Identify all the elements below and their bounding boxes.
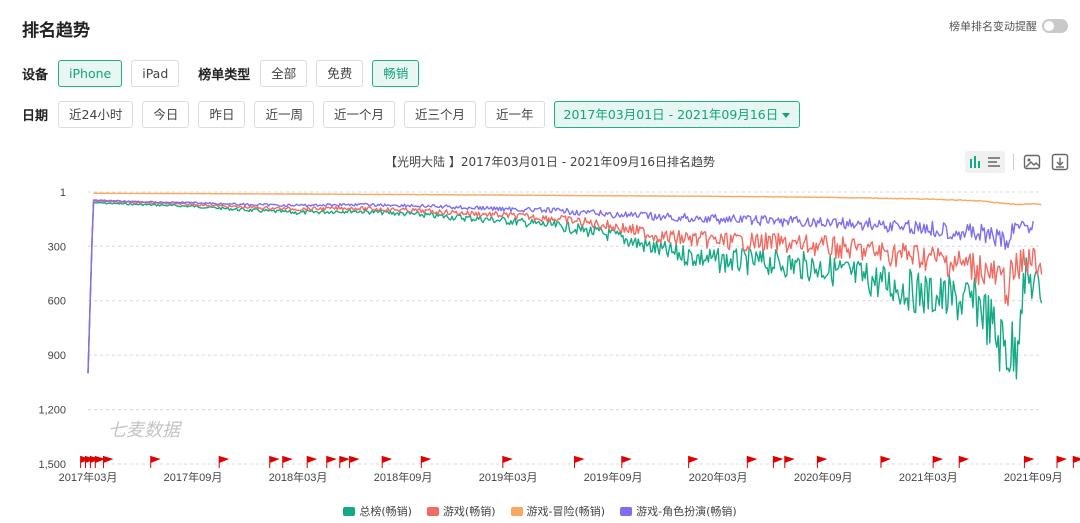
x-tick-label: 2020年09月 [794, 470, 853, 484]
event-flag-icon [326, 456, 337, 468]
y-axis-ticks: 1 300 600 900 1,200 1,500 [38, 187, 66, 471]
event-flag-icon [574, 456, 585, 468]
event-flag-icon [688, 456, 699, 468]
event-flag-icon [772, 456, 784, 468]
bar-view-icon[interactable] [969, 153, 983, 172]
date-today-button[interactable]: 今日 [142, 101, 190, 128]
event-flag-icon [816, 456, 828, 468]
x-tick-label: 2018年09月 [374, 470, 433, 484]
event-flag-icon [420, 456, 432, 468]
device-iphone-button[interactable]: iPhone [58, 60, 123, 87]
event-flag-icon [282, 456, 293, 468]
date-range-picker[interactable]: 2017年03月01日 - 2021年09月16日 [553, 101, 801, 128]
toolbar-divider [1013, 154, 1014, 170]
download-icon[interactable] [1050, 152, 1070, 172]
event-flag-icon [880, 456, 891, 468]
x-tick-label: 2019年03月 [479, 470, 538, 484]
date-yesterday-button[interactable]: 昨日 [198, 101, 246, 128]
chart-grid [88, 191, 1042, 465]
event-flag-icon [306, 456, 318, 468]
legend-item-games[interactable]: 游戏(畅销) [426, 503, 496, 519]
rank-alert-toggle[interactable] [1042, 19, 1068, 33]
chart-type-free-button[interactable]: 免费 [316, 60, 364, 87]
chart-type-grossing-button[interactable]: 畅销 [372, 60, 420, 87]
x-tick-label: 2017年03月 [59, 470, 118, 484]
event-flag-icon [784, 456, 795, 468]
legend-label: 游戏-冒险(畅销) [526, 505, 606, 518]
x-tick-label: 2017年09月 [164, 470, 223, 484]
x-tick-label: 2020年03月 [689, 470, 748, 484]
y-tick-label: 1,200 [38, 405, 66, 417]
y-tick-label: 1 [60, 187, 66, 199]
date-last-year-button[interactable]: 近一年 [485, 101, 545, 128]
event-flag-icon [381, 456, 393, 468]
x-tick-label: 2021年09月 [1004, 470, 1063, 484]
event-flag-icon [1023, 456, 1035, 468]
y-tick-label: 300 [48, 241, 66, 253]
date-label: 日期 [22, 109, 49, 124]
legend-item-rpg[interactable]: 游戏-角色扮演(畅销) [620, 503, 737, 519]
chart-legend: 总榜(畅销) 游戏(畅销) 游戏-冒险(畅销) 游戏-角色扮演(畅销) [0, 503, 1080, 519]
chart-type-label: 榜单类型 [198, 68, 251, 83]
filter-row-device: 设备 iPhone iPad 榜单类型 全部 免费 畅销 [22, 60, 428, 87]
date-last-3-months-button[interactable]: 近三个月 [403, 101, 476, 128]
event-flag-icon [502, 456, 513, 468]
y-tick-label: 900 [48, 350, 66, 362]
legend-label: 游戏-角色扮演(畅销) [636, 505, 737, 518]
event-flag-icon [339, 456, 350, 468]
event-flag-icon [1072, 456, 1080, 468]
event-markers [80, 456, 1080, 468]
rank-alert-toggle-group: 榜单排名变动提醒 [949, 18, 1068, 34]
device-label: 设备 [22, 68, 49, 83]
chart-type-all-button[interactable]: 全部 [260, 60, 308, 87]
ranking-trend-chart: 13006009001,2001,500 2017年03月 2017年09月 201… [38, 187, 1080, 484]
legend-swatch [620, 506, 633, 516]
page-title: 排名趋势 [22, 21, 90, 41]
legend-label: 游戏(畅销) [442, 505, 496, 518]
date-last-week-button[interactable]: 近一周 [254, 101, 314, 128]
legend-item-overall[interactable]: 总榜(畅销) [343, 503, 412, 519]
event-flag-icon [269, 456, 280, 468]
filter-row-date: 日期 近24小时 今日 昨日 近一周 近一个月 近三个月 近一年 2017年03… [22, 101, 809, 128]
x-tick-label: 2018年03月 [269, 470, 328, 484]
chevron-down-icon [782, 113, 791, 118]
device-ipad-button[interactable]: iPad [131, 60, 180, 87]
legend-swatch [426, 506, 439, 516]
chart-title: 【光明大陆 】2017年03月01日 - 2021年09月16日排名趋势 [385, 155, 715, 169]
date-last-24h-button[interactable]: 近24小时 [58, 101, 134, 128]
event-flag-icon [1056, 456, 1067, 468]
chart-series [87, 192, 1043, 380]
event-flag-icon [218, 456, 230, 468]
y-tick-label: 1,500 [38, 459, 66, 471]
event-flag-icon [621, 456, 632, 468]
series-line [87, 201, 1043, 380]
legend-swatch [510, 506, 523, 516]
date-last-month-button[interactable]: 近一个月 [322, 101, 395, 128]
event-flag-icon [150, 456, 161, 468]
legend-item-adventure[interactable]: 游戏-冒险(畅销) [510, 503, 606, 519]
rank-alert-label: 榜单排名变动提醒 [949, 20, 1037, 33]
event-flag-icon [746, 456, 758, 468]
legend-swatch [343, 506, 356, 516]
event-flag-icon [932, 456, 944, 468]
legend-label: 总榜(畅销) [359, 505, 412, 518]
date-range-text: 2017年03月01日 - 2021年09月16日 [563, 107, 779, 122]
x-tick-label: 2019年09月 [584, 470, 643, 484]
watermark: 七麦数据 [108, 420, 183, 440]
list-view-icon[interactable] [987, 153, 1001, 172]
event-flag-icon [102, 456, 114, 468]
event-flag-icon [349, 456, 360, 468]
y-tick-label: 600 [48, 296, 66, 308]
x-tick-label: 2021年03月 [899, 470, 958, 484]
save-image-icon[interactable] [1022, 152, 1042, 172]
event-flag-icon [958, 456, 970, 468]
x-axis-ticks: 2017年03月 2017年09月 2018年03月 2018年09月 2019年03月… [59, 470, 1063, 484]
